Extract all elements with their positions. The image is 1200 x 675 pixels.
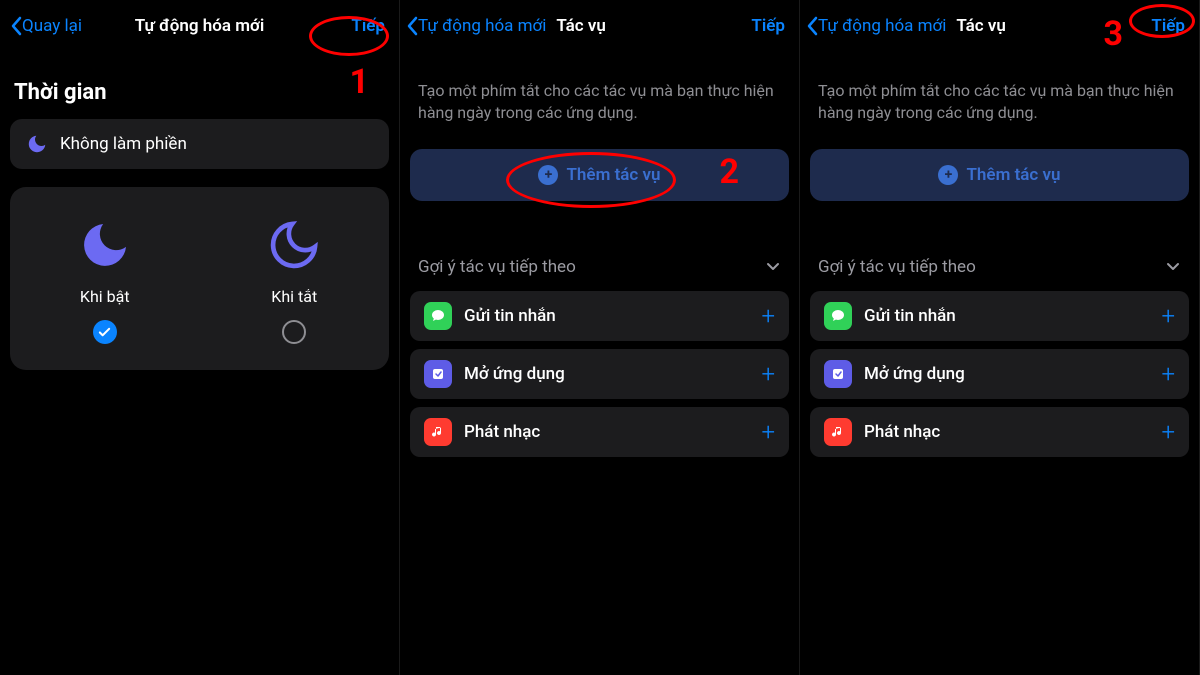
plus-circle-icon: +: [538, 165, 558, 185]
next-button[interactable]: Tiếp: [1147, 14, 1189, 38]
header-title: Tác vụ: [556, 16, 606, 36]
desc-text: Tạo một phím tắt cho các tác vụ mà bạn t…: [800, 50, 1199, 141]
suggestions-header[interactable]: Gợi ý tác vụ tiếp theo: [400, 201, 799, 291]
plus-icon: +: [761, 418, 775, 446]
action-play-music[interactable]: Phát nhạc +: [410, 407, 789, 457]
suggestions-header[interactable]: Gợi ý tác vụ tiếp theo: [800, 201, 1199, 291]
plus-icon: +: [1161, 418, 1175, 446]
option-on[interactable]: Khi bật: [10, 217, 200, 344]
next-button[interactable]: Tiếp: [347, 14, 389, 38]
back-button[interactable]: Quay lại: [10, 16, 82, 36]
action-play-music[interactable]: Phát nhạc +: [810, 407, 1189, 457]
header: Quay lại Tự động hóa mới Tiếp: [0, 0, 399, 50]
add-action-label: Thêm tác vụ: [966, 165, 1060, 185]
suggestions-title: Gợi ý tác vụ tiếp theo: [418, 257, 576, 277]
header-title: Tự động hóa mới: [135, 16, 264, 36]
music-icon: [824, 418, 852, 446]
option-off-label: Khi tắt: [271, 287, 317, 306]
pane-actions-a: Tự động hóa mới Tác vụ Tiếp Tạo một phím…: [400, 0, 800, 675]
option-on-label: Khi bật: [80, 287, 130, 306]
action-open-app[interactable]: Mở ứng dụng +: [810, 349, 1189, 399]
plus-icon: +: [1161, 360, 1175, 388]
desc-text: Tạo một phím tắt cho các tác vụ mà bạn t…: [400, 50, 799, 141]
chevron-down-icon: [765, 259, 781, 275]
chevron-left-icon: [806, 16, 818, 36]
header: Tự động hóa mới Tác vụ Tiếp: [400, 0, 799, 50]
action-label: Mở ứng dụng: [464, 364, 749, 384]
back-button[interactable]: Tự động hóa mới: [406, 16, 546, 36]
plus-icon: +: [761, 360, 775, 388]
add-action-label: Thêm tác vụ: [566, 165, 660, 185]
options-card: Khi bật Khi tắt: [10, 187, 389, 370]
header: Tự động hóa mới Tác vụ Tiếp: [800, 0, 1199, 50]
check-icon: [98, 326, 111, 339]
chevron-left-icon: [406, 16, 418, 36]
back-label: Tự động hóa mới: [818, 16, 946, 36]
header-left: Tự động hóa mới Tác vụ: [406, 16, 606, 36]
action-list: Gửi tin nhắn + Mở ứng dụng + Phát nhạc +: [810, 291, 1189, 457]
chevron-left-icon: [10, 16, 22, 36]
back-label: Tự động hóa mới: [418, 16, 546, 36]
option-off[interactable]: Khi tắt: [200, 217, 390, 344]
radio-checked: [93, 320, 117, 344]
header-left: Tự động hóa mới Tác vụ: [806, 16, 1006, 36]
moon-filled-icon: [77, 217, 133, 273]
moon-outline-icon: [266, 217, 322, 273]
app-icon: [424, 360, 452, 388]
dnd-label: Không làm phiền: [60, 134, 187, 154]
action-label: Phát nhạc: [464, 422, 749, 442]
action-list: Gửi tin nhắn + Mở ứng dụng + Phát nhạc +: [410, 291, 789, 457]
action-label: Gửi tin nhắn: [864, 306, 1149, 326]
back-label: Quay lại: [22, 16, 82, 36]
back-button[interactable]: Tự động hóa mới: [806, 16, 946, 36]
music-icon: [424, 418, 452, 446]
pane-automation-new: Quay lại Tự động hóa mới Tiếp Thời gian …: [0, 0, 400, 675]
action-send-message[interactable]: Gửi tin nhắn +: [410, 291, 789, 341]
action-label: Mở ứng dụng: [864, 364, 1149, 384]
action-label: Phát nhạc: [864, 422, 1149, 442]
action-open-app[interactable]: Mở ứng dụng +: [410, 349, 789, 399]
moon-icon: [26, 133, 48, 155]
suggestions-title: Gợi ý tác vụ tiếp theo: [818, 257, 976, 277]
pane-actions-b: Tự động hóa mới Tác vụ Tiếp Tạo một phím…: [800, 0, 1200, 675]
app-icon: [824, 360, 852, 388]
add-action-button[interactable]: + Thêm tác vụ: [810, 149, 1189, 201]
header-title: Tác vụ: [956, 16, 1006, 36]
messages-icon: [424, 302, 452, 330]
add-action-button[interactable]: + Thêm tác vụ: [410, 149, 789, 201]
dnd-row[interactable]: Không làm phiền: [10, 119, 389, 169]
plus-icon: +: [1161, 302, 1175, 330]
action-send-message[interactable]: Gửi tin nhắn +: [810, 291, 1189, 341]
action-label: Gửi tin nhắn: [464, 306, 749, 326]
messages-icon: [824, 302, 852, 330]
plus-circle-icon: +: [938, 165, 958, 185]
plus-icon: +: [761, 302, 775, 330]
chevron-down-icon: [1165, 259, 1181, 275]
section-heading: Thời gian: [0, 50, 399, 119]
radio-unchecked: [282, 320, 306, 344]
next-button[interactable]: Tiếp: [747, 14, 789, 38]
